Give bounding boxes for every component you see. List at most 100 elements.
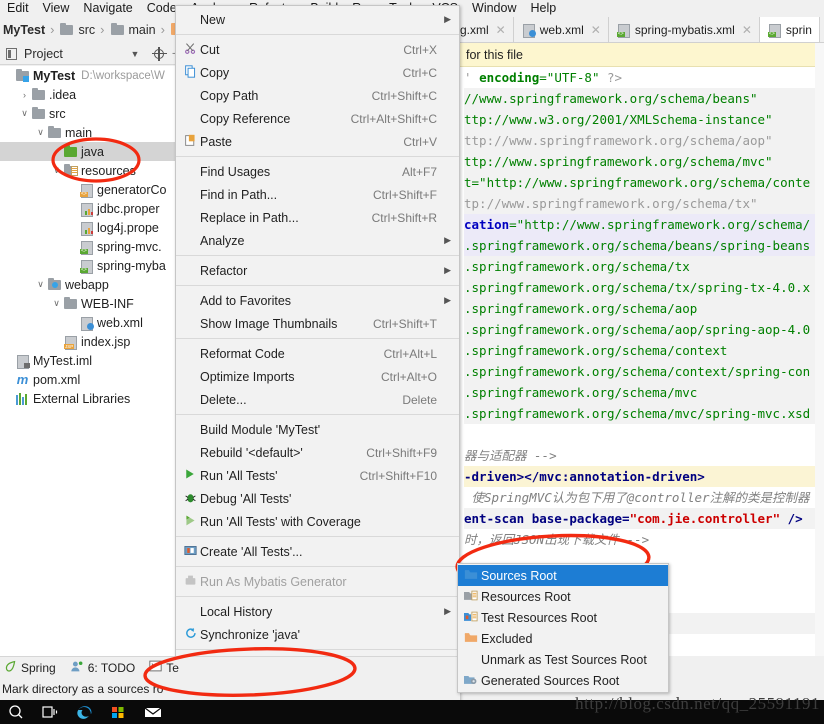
context-menu-item-analyze[interactable]: Analyze ▶: [176, 229, 459, 252]
target-icon[interactable]: [152, 46, 168, 61]
editor-tab-g-xml[interactable]: g.xml ✕: [460, 17, 514, 42]
tree-item-label: log4j.prope: [97, 220, 159, 235]
properties-file-icon: [79, 202, 94, 217]
context-menu[interactable]: New ▶ Cut Ctrl+X Copy Ctrl+C Copy Path Ctrl+Shi…: [175, 5, 460, 724]
chevron-down-icon[interactable]: ∨: [18, 108, 31, 119]
context-menu-item-find-in-path[interactable]: Find in Path... Ctrl+Shift+F: [176, 183, 459, 206]
context-menu-item-synchronize-java[interactable]: Synchronize 'java': [176, 623, 459, 646]
context-menu-item-create-all-tests[interactable]: Create 'All Tests'...: [176, 540, 459, 563]
tree-item-web-inf[interactable]: ∨ WEB-INF: [0, 294, 180, 313]
context-menu-item-reformat-code[interactable]: Reformat Code Ctrl+Alt+L: [176, 342, 459, 365]
menu-item-view[interactable]: View: [36, 0, 77, 17]
context-menu-item-new[interactable]: New ▶: [176, 8, 459, 31]
submenu-item-test-resources-root[interactable]: Test Resources Root: [458, 607, 668, 628]
tree-item-main[interactable]: ∨ main: [0, 123, 180, 142]
code-line: -driven></mvc:annotation-driven>: [464, 466, 824, 487]
tree-item-log4j-prope[interactable]: log4j.prope: [0, 218, 180, 237]
context-menu-item-optimize-imports[interactable]: Optimize Imports Ctrl+Alt+O: [176, 365, 459, 388]
resources-folder-icon: [461, 589, 481, 605]
chevron-down-icon[interactable]: ∨: [34, 127, 47, 138]
submenu-item-unmark-as-test-sources-root[interactable]: Unmark as Test Sources Root: [458, 649, 668, 670]
tree-item-java[interactable]: java: [0, 142, 180, 161]
context-menu-item-delete[interactable]: Delete... Delete: [176, 388, 459, 411]
folder-icon: [31, 87, 46, 102]
tree-item-generatorco[interactable]: <> generatorCo: [0, 180, 180, 199]
breadcrumb-item-main[interactable]: main: [107, 22, 159, 37]
project-tree[interactable]: MyTest D:\workspace\W › .idea ∨ src ∨ main java ∨…: [0, 66, 180, 656]
context-menu-item-debug-all-tests[interactable]: Debug 'All Tests': [176, 487, 459, 510]
tree-item-index-jsp[interactable]: JSP index.jsp: [0, 332, 180, 351]
code-line: ' encoding="UTF-8" ?>: [464, 70, 623, 85]
tree-item-spring-mvc-[interactable]: <> spring-mvc.: [0, 237, 180, 256]
menu-item-edit[interactable]: Edit: [0, 0, 36, 17]
context-menu-item-show-image-thumbnails[interactable]: Show Image Thumbnails Ctrl+Shift+T: [176, 312, 459, 335]
close-icon[interactable]: ✕: [591, 23, 601, 37]
context-menu-divider: [176, 536, 459, 537]
context-menu-item-run-all-tests[interactable]: Run 'All Tests' Ctrl+Shift+F10: [176, 464, 459, 487]
bottom-tool-window-bar[interactable]: Spring 6: TODO Te: [0, 656, 460, 678]
tree-item-resources[interactable]: ∨ resources: [0, 161, 180, 180]
tree-item-webapp[interactable]: ∨ webapp: [0, 275, 180, 294]
close-icon[interactable]: ✕: [742, 23, 752, 37]
tree-item-jdbc-proper[interactable]: jdbc.proper: [0, 199, 180, 218]
editor-tab-sprin[interactable]: <> sprin: [759, 17, 820, 42]
context-menu-item-rebuild-default[interactable]: Rebuild '<default>' Ctrl+Shift+F9: [176, 441, 459, 464]
mail-icon[interactable]: [144, 704, 162, 720]
menu-item-help[interactable]: Help: [523, 0, 563, 17]
context-menu-item-find-usages[interactable]: Find Usages Alt+F7: [176, 160, 459, 183]
editor-tab-web-xml[interactable]: web.xml ✕: [514, 17, 609, 42]
chevron-down-icon[interactable]: ∨: [50, 165, 63, 176]
chevron-down-icon[interactable]: ∨: [50, 298, 63, 309]
tree-item-mytest[interactable]: MyTest D:\workspace\W: [0, 66, 180, 85]
close-icon[interactable]: ✕: [496, 23, 506, 37]
chevron-down-icon[interactable]: ▼: [131, 49, 148, 59]
editor-tab-bar[interactable]: g.xml ✕ web.xml ✕ <> spring-mybatis.xml ✕ <> spr…: [460, 17, 824, 43]
task-view-icon[interactable]: [42, 704, 58, 720]
context-menu-item-cut[interactable]: Cut Ctrl+X: [176, 38, 459, 61]
chevron-down-icon[interactable]: ∨: [34, 279, 47, 290]
menu-item-navigate[interactable]: Navigate: [76, 0, 139, 17]
tree-item-web-xml[interactable]: web.xml: [0, 313, 180, 332]
bottom-tool-6-todo[interactable]: 6: TODO: [70, 660, 135, 676]
tree-item--idea[interactable]: › .idea: [0, 85, 180, 104]
tree-item-spring-myba[interactable]: <> spring-myba: [0, 256, 180, 275]
tree-item-src[interactable]: ∨ src: [0, 104, 180, 123]
menu-item-window[interactable]: Window: [465, 0, 523, 17]
context-menu-item-replace-in-path[interactable]: Replace in Path... Ctrl+Shift+R: [176, 206, 459, 229]
code-line: ttp://www.springframework.org/schema/aop…: [464, 130, 824, 151]
edge-icon[interactable]: [76, 704, 92, 720]
store-icon[interactable]: [110, 704, 126, 720]
submenu-item-label: Sources Root: [481, 568, 557, 583]
search-icon[interactable]: [8, 704, 24, 720]
chevron-right-icon[interactable]: ›: [18, 90, 31, 100]
context-menu-item-copy[interactable]: Copy Ctrl+C: [176, 61, 459, 84]
context-menu-item-paste[interactable]: Paste Ctrl+V: [176, 130, 459, 153]
context-menu-item-build-module-mytest[interactable]: Build Module 'MyTest': [176, 418, 459, 441]
tree-item-label: MyTest.iml: [33, 353, 93, 368]
context-menu-item-shortcut: Ctrl+Alt+O: [380, 369, 437, 384]
context-menu-item-run-all-tests-with-coverage[interactable]: Run 'All Tests' with Coverage: [176, 510, 459, 533]
code-line: 器与适配器 -->: [464, 448, 557, 463]
context-menu-item-add-to-favorites[interactable]: Add to Favorites ▶: [176, 289, 459, 312]
context-menu-item-copy-path[interactable]: Copy Path Ctrl+Shift+C: [176, 84, 459, 107]
code-line: .springframework.org/schema/mvc/spring-m…: [464, 403, 824, 424]
editor-scrollbar-strip[interactable]: [815, 43, 824, 656]
breadcrumb-item-src[interactable]: src: [56, 22, 98, 37]
submenu-item-sources-root[interactable]: Sources Root: [458, 565, 668, 586]
submenu-item-resources-root[interactable]: Resources Root: [458, 586, 668, 607]
folder-green-icon: [63, 144, 78, 159]
context-menu-item-local-history[interactable]: Local History ▶: [176, 600, 459, 623]
context-menu-item-copy-reference[interactable]: Copy Reference Ctrl+Alt+Shift+C: [176, 107, 459, 130]
submenu-item-generated-sources-root[interactable]: Generated Sources Root: [458, 670, 668, 691]
editor-tab-spring-mybatis-xml[interactable]: <> spring-mybatis.xml ✕: [609, 17, 760, 42]
bottom-tool-spring[interactable]: Spring: [4, 660, 56, 676]
tree-item-pom-xml[interactable]: m pom.xml: [0, 370, 180, 389]
code-content[interactable]: ' encoding="UTF-8" ?> //www.springframewo…: [460, 67, 824, 634]
tree-item-external-libraries[interactable]: External Libraries: [0, 389, 180, 408]
mark-directory-as-submenu[interactable]: Sources Root Resources Root Test Resources…: [457, 563, 669, 693]
context-menu-item-refactor[interactable]: Refactor ▶: [176, 259, 459, 282]
submenu-item-excluded[interactable]: Excluded: [458, 628, 668, 649]
bottom-tool-te[interactable]: Te: [149, 660, 179, 675]
breadcrumb-item-MyTest[interactable]: MyTest: [0, 23, 48, 37]
tree-item-mytest-iml[interactable]: MyTest.iml: [0, 351, 180, 370]
